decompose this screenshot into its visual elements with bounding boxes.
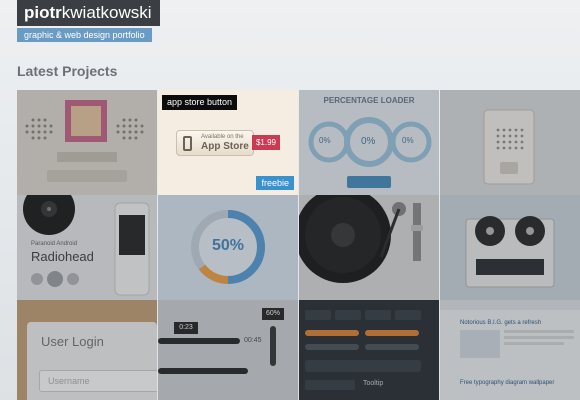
- media-tooltip: 0:23: [174, 322, 198, 334]
- reel-thumbnail: [440, 195, 580, 300]
- app-store-big-text: App Store: [201, 141, 249, 152]
- freebie-badge: freebie: [256, 176, 294, 190]
- media-progress-track-2: [158, 368, 248, 374]
- price-ribbon: $1.99: [252, 135, 280, 150]
- logo-bold: piotr: [24, 3, 62, 22]
- speaker-thumbnail: [440, 90, 580, 195]
- phone-icon: [183, 136, 192, 151]
- loader-value-right: 0%: [402, 136, 414, 145]
- login-card-preview: User Login Username: [27, 322, 157, 400]
- project-tile-media-controls[interactable]: 0:23 00:45 60%: [158, 300, 298, 400]
- project-hover-label: app store button: [162, 95, 238, 110]
- project-tile-blog[interactable]: Notorious B.I.G. gets a refresh Free typ…: [440, 300, 580, 400]
- blog-text-line: [504, 336, 574, 339]
- blog-header-bar: [440, 300, 580, 310]
- project-tile-radio[interactable]: [17, 90, 157, 195]
- login-title: User Login: [41, 334, 104, 349]
- project-tile-speaker[interactable]: [440, 90, 580, 195]
- app-store-button-preview: Available on the App Store: [176, 130, 254, 156]
- dashboard-tooltip: Tooltip: [363, 380, 384, 387]
- turntable-thumbnail: [299, 195, 439, 300]
- project-tile-turntable[interactable]: [299, 195, 439, 300]
- login-username-field: Username: [39, 370, 157, 392]
- blog-post-1-image: [460, 330, 500, 358]
- project-tile-user-login[interactable]: User Login Username: [17, 300, 157, 400]
- media-progress-track: [158, 338, 240, 344]
- app-store-small-text: Available on the: [201, 134, 244, 140]
- progress-value: 50%: [211, 237, 245, 254]
- blog-text-line: [504, 342, 564, 345]
- player-artist: Radiohead: [31, 249, 94, 264]
- site-tagline: graphic & web design portfolio: [17, 28, 152, 42]
- projects-grid: Available on the App Store $1.99 app sto…: [17, 90, 580, 400]
- section-title: Latest Projects: [17, 63, 118, 79]
- project-tile-music-player[interactable]: Paranoid Android Radiohead: [17, 195, 157, 300]
- blog-post-1-title: Notorious B.I.G. gets a refresh: [460, 320, 542, 326]
- volume-slider: [270, 326, 276, 366]
- project-tile-dark-dashboard[interactable]: Tooltip: [299, 300, 439, 400]
- site-logo[interactable]: piotrkwiatkowski: [17, 0, 160, 26]
- player-song-subtitle: Paranoid Android: [31, 241, 78, 247]
- loader-value-left: 0%: [319, 136, 331, 145]
- radio-thumbnail: [17, 90, 157, 195]
- project-tile-percentage-loader[interactable]: PERCENTAGE LOADER 0% 0% 0%: [299, 90, 439, 195]
- login-username-placeholder: Username: [48, 376, 90, 386]
- blog-text-line: [504, 330, 574, 333]
- loader-value-mid: 0%: [361, 136, 376, 147]
- media-time: 00:45: [244, 337, 262, 344]
- logo-rest: kwiatkowski: [61, 3, 152, 22]
- project-tile-reel-to-reel[interactable]: [440, 195, 580, 300]
- music-player-thumbnail: [17, 195, 157, 300]
- blog-post-2-title: Free typography diagram wallpaper: [460, 380, 555, 386]
- project-tile-app-store-button[interactable]: Available on the App Store $1.99 app sto…: [158, 90, 298, 195]
- project-tile-progress-circle[interactable]: 50%: [158, 195, 298, 300]
- volume-tooltip: 60%: [262, 308, 284, 320]
